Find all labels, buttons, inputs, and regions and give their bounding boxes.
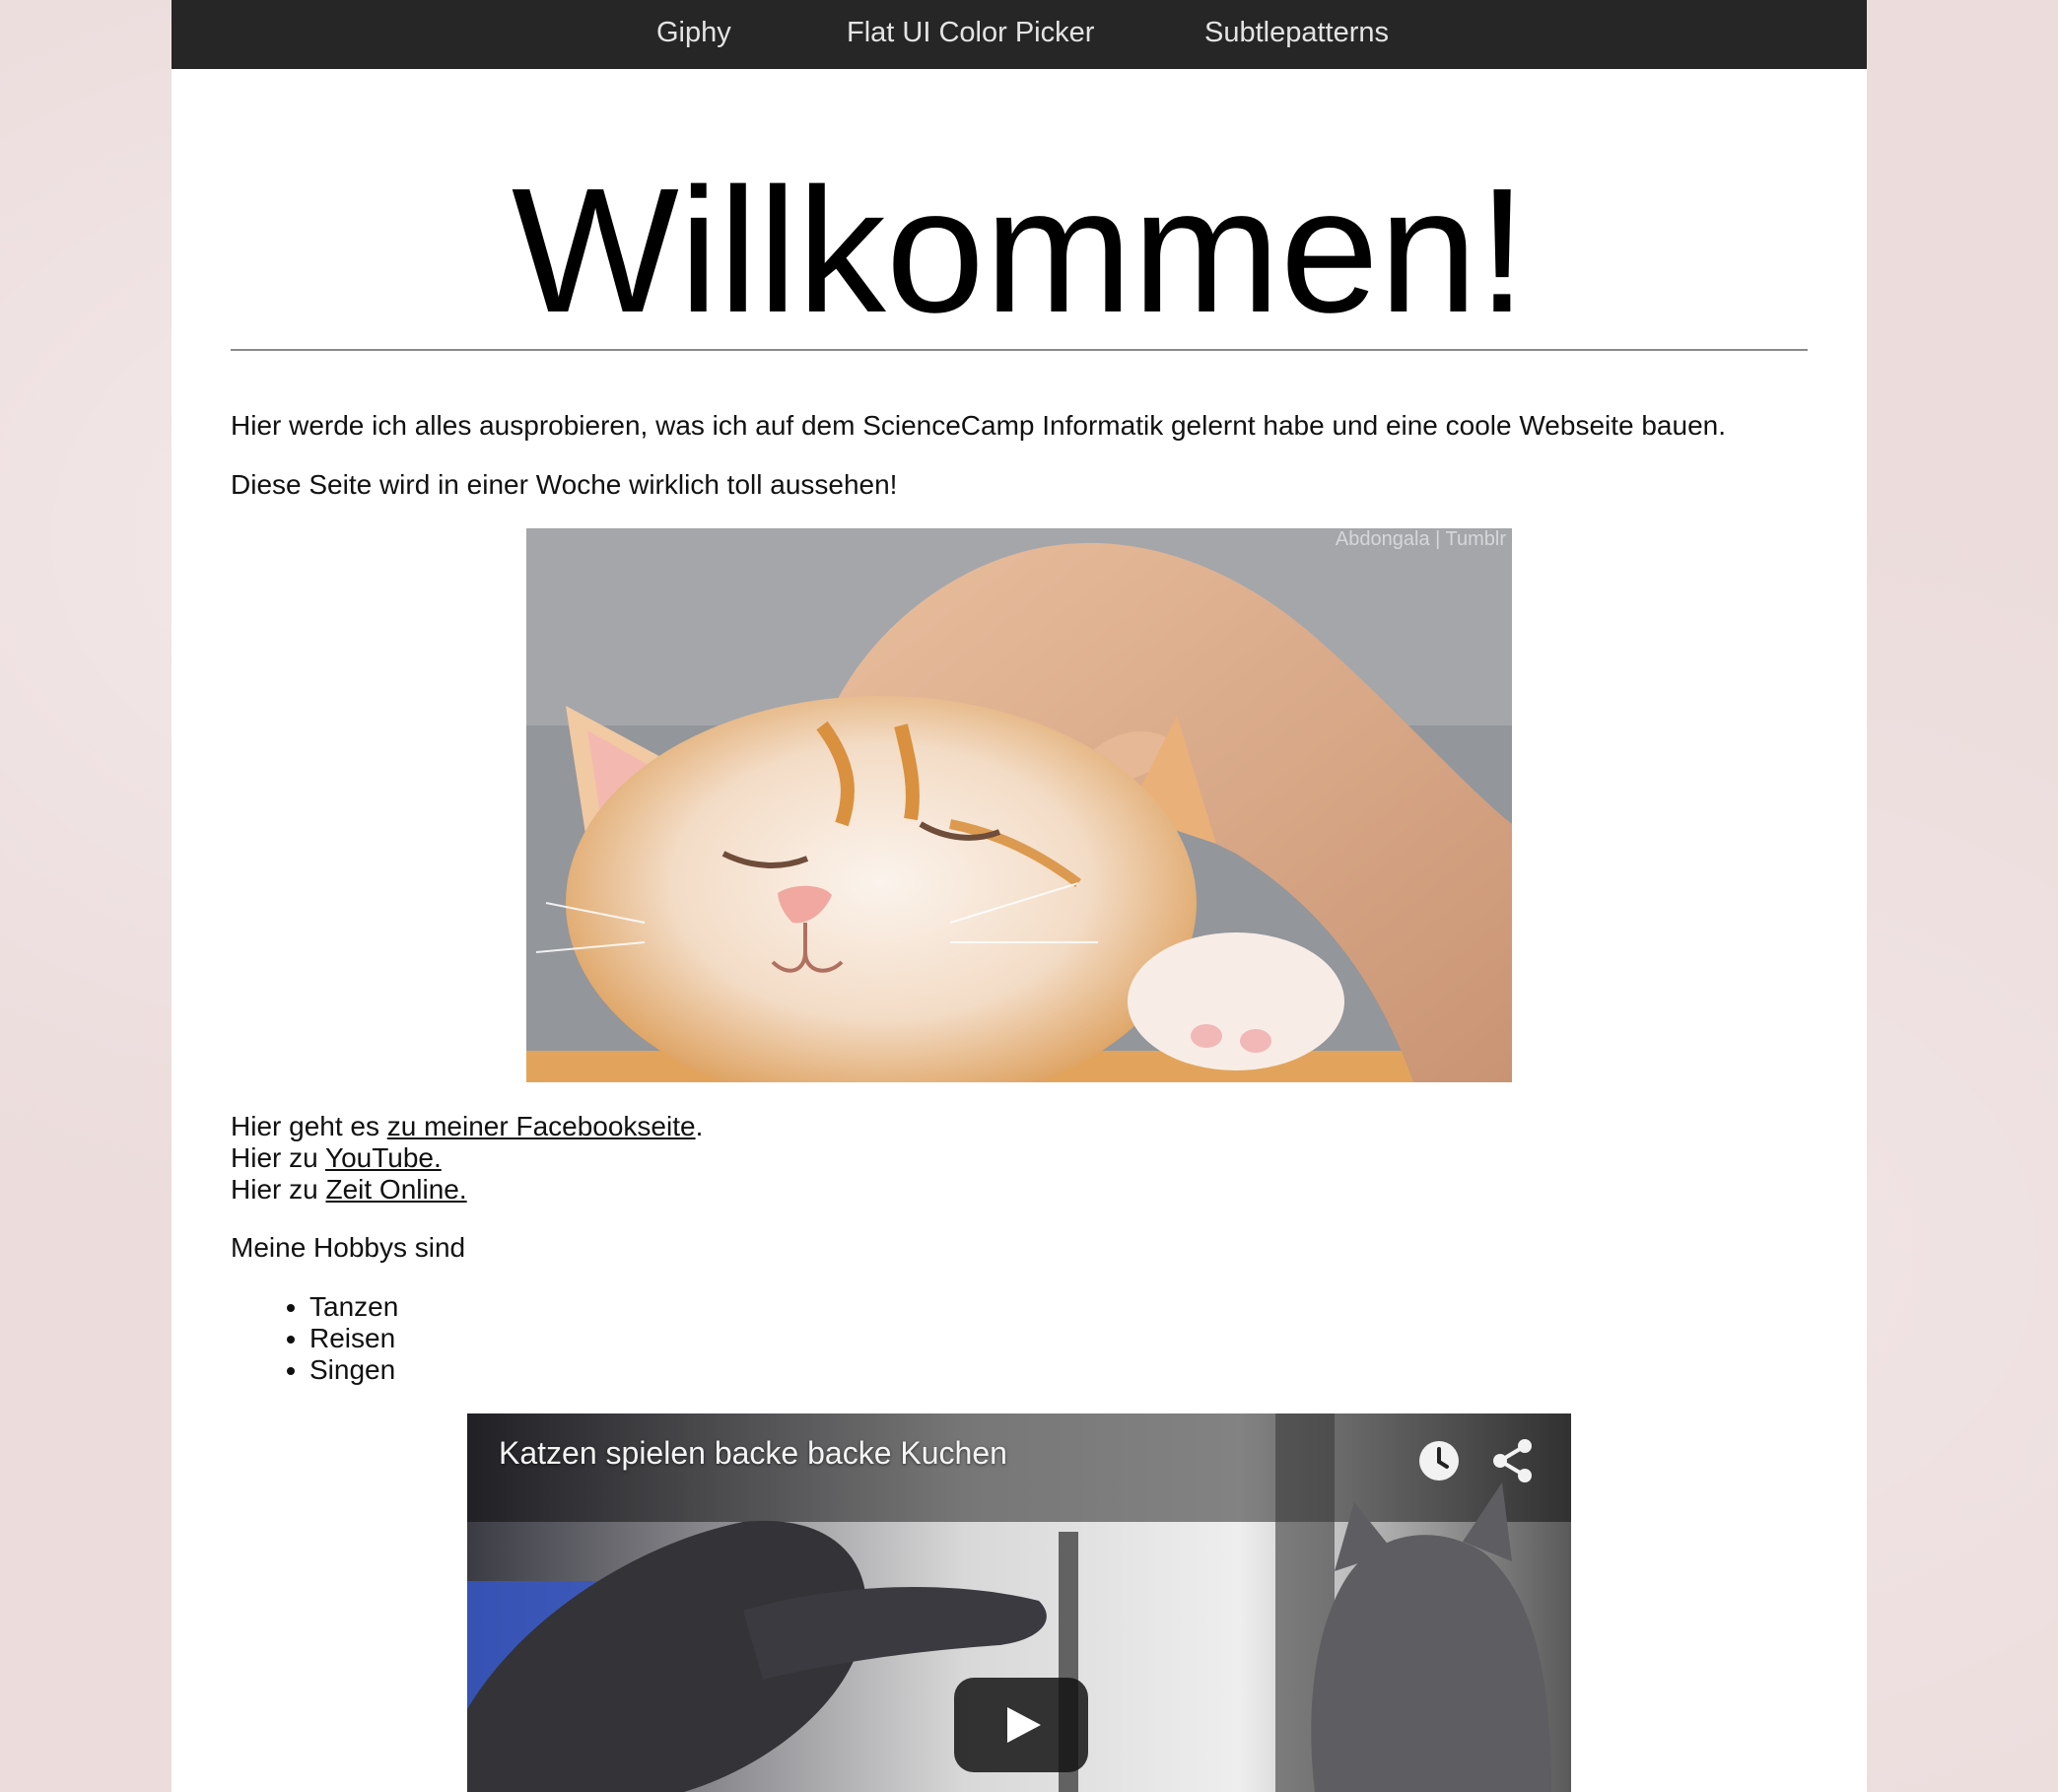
facebook-prefix: Hier geht es bbox=[231, 1111, 387, 1141]
cat-illustration bbox=[526, 528, 1512, 1082]
video-title: Katzen spielen backe backe Kuchen bbox=[499, 1435, 1007, 1471]
youtube-prefix: Hier zu bbox=[231, 1142, 325, 1173]
play-button[interactable] bbox=[954, 1678, 1088, 1772]
facebook-line: Hier geht es zu meiner Facebookseite. bbox=[231, 1111, 703, 1142]
main-content: Willkommen! Hier werde ich alles ausprob… bbox=[172, 0, 1867, 1792]
zeit-prefix: Hier zu bbox=[231, 1174, 326, 1205]
youtube-link[interactable]: YouTube. bbox=[325, 1142, 442, 1173]
zeit-line: Hier zu Zeit Online. bbox=[231, 1174, 703, 1206]
page-title: Willkommen! bbox=[511, 152, 1528, 350]
youtube-line: Hier zu YouTube. bbox=[231, 1142, 703, 1174]
intro-paragraph: Hier werde ich alles ausprobieren, was i… bbox=[231, 410, 1727, 441]
nav-link-giphy[interactable]: Giphy bbox=[656, 0, 731, 65]
clock-icon[interactable] bbox=[1417, 1439, 1461, 1482]
nav-link-flat-ui-color-picker[interactable]: Flat UI Color Picker bbox=[847, 0, 1094, 65]
play-icon bbox=[1007, 1707, 1041, 1743]
title-divider bbox=[231, 349, 1808, 351]
list-item: Singen bbox=[309, 1354, 398, 1386]
hobbies-heading: Meine Hobbys sind bbox=[231, 1232, 466, 1263]
hobby-list: Tanzen Reisen Singen bbox=[231, 1291, 398, 1386]
list-item: Reisen bbox=[309, 1323, 398, 1354]
nav-link-subtlepatterns[interactable]: Subtlepatterns bbox=[1204, 0, 1389, 65]
second-paragraph: Diese Seite wird in einer Woche wirklich… bbox=[231, 469, 898, 500]
youtube-video-embed[interactable]: Katzen spielen backe backe Kuchen bbox=[467, 1413, 1571, 1792]
share-icon[interactable] bbox=[1490, 1437, 1536, 1484]
cat-image: Abdongala | Tumblr bbox=[526, 528, 1512, 1082]
facebook-link[interactable]: zu meiner Facebookseite bbox=[387, 1111, 696, 1141]
top-navbar: Giphy Flat UI Color Picker Subtlepattern… bbox=[172, 0, 1867, 69]
facebook-suffix: . bbox=[695, 1111, 704, 1141]
image-watermark: Abdongala | Tumblr bbox=[1335, 528, 1506, 550]
list-item: Tanzen bbox=[309, 1291, 398, 1323]
zeit-online-link[interactable]: Zeit Online. bbox=[325, 1174, 466, 1205]
links-block: Hier geht es zu meiner Facebookseite. Hi… bbox=[231, 1111, 703, 1206]
